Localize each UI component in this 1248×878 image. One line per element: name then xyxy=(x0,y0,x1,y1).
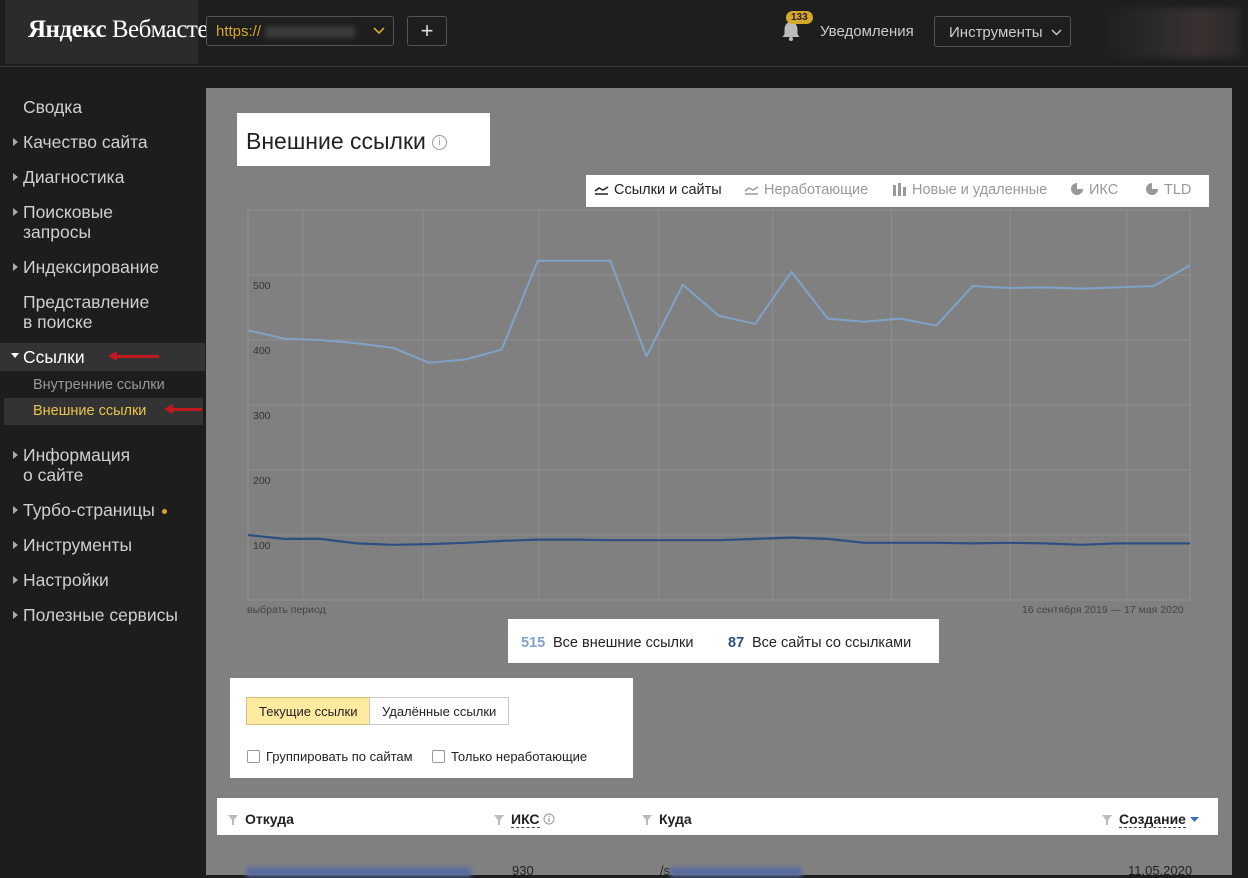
tab-links-and-sites[interactable]: Ссылки и сайты xyxy=(594,182,722,198)
expand-icon xyxy=(13,576,18,584)
tools-menu-button[interactable]: Инструменты xyxy=(934,16,1071,47)
site-select[interactable]: https:// xyxy=(206,16,394,46)
info-icon[interactable] xyxy=(543,813,555,825)
sort-desc-icon[interactable] xyxy=(1189,817,1199,823)
sidebar-item-site-info[interactable]: Информация о сайте xyxy=(0,445,205,485)
user-avatar[interactable] xyxy=(1100,8,1240,58)
column-iks[interactable]: ИКС xyxy=(493,811,555,828)
row-to-url[interactable]: /s xyxy=(660,863,803,878)
pie-chart-icon xyxy=(1071,183,1083,195)
expand-icon xyxy=(13,611,18,619)
chart-tabs: Ссылки и сайты Неработающие Новые и удал… xyxy=(586,175,1209,207)
chevron-down-icon xyxy=(373,27,385,35)
filter-icon[interactable] xyxy=(641,814,653,826)
y-tick-label: 300 xyxy=(253,410,271,422)
chart-legend: 515 Все внешние ссылки 87 Все сайты со с… xyxy=(508,619,939,663)
total-links-label[interactable]: Все внешние ссылки xyxy=(553,635,693,651)
filter-icon[interactable] xyxy=(227,814,239,826)
choose-period-link[interactable]: выбрать период xyxy=(247,604,326,616)
series-line-sites xyxy=(247,533,1190,546)
y-tick-label: 200 xyxy=(253,475,271,487)
y-tick-label: 500 xyxy=(253,280,271,292)
site-url-hidden xyxy=(265,26,355,38)
notifications-link[interactable]: Уведомления xyxy=(820,23,914,40)
filter-icon[interactable] xyxy=(1101,814,1113,826)
y-tick-label: 100 xyxy=(253,540,271,552)
expand-icon xyxy=(13,263,18,271)
column-created[interactable]: Создание xyxy=(1101,811,1199,828)
row-created-date: 11.05.2020 xyxy=(1128,863,1193,878)
sidebar-item-links[interactable]: Ссылки xyxy=(0,343,205,371)
total-sites-label[interactable]: Все сайты со ссылками xyxy=(752,635,911,651)
column-from[interactable]: Откуда xyxy=(227,811,294,827)
deleted-links-toggle[interactable]: Удалённые ссылки xyxy=(369,697,510,725)
logo-area[interactable]: Яндекс Вебмастер xyxy=(5,0,220,64)
tools-label: Инструменты xyxy=(949,24,1043,41)
expand-icon xyxy=(13,208,18,216)
links-chart: 0100200300400500 xyxy=(247,209,1191,601)
site-url: https:// xyxy=(216,23,262,40)
page-title-box: Внешние ссылки i xyxy=(237,113,490,166)
line-chart-icon xyxy=(744,186,759,195)
series-line-links xyxy=(247,259,1191,364)
sidebar-item-search-appearance[interactable]: Представление в поиске xyxy=(0,292,205,332)
expand-icon xyxy=(13,138,18,146)
current-links-toggle[interactable]: Текущие ссылки xyxy=(246,697,371,725)
tab-iks[interactable]: ИКС xyxy=(1070,182,1118,198)
annotation-arrow xyxy=(108,351,159,361)
expand-icon xyxy=(13,541,18,549)
y-tick-label: 400 xyxy=(253,345,271,357)
line-chart-icon xyxy=(594,186,609,195)
tab-new-and-deleted[interactable]: Новые и удаленные xyxy=(892,182,1047,198)
annotation-arrow xyxy=(164,404,202,414)
row-iks: 930 xyxy=(512,863,534,878)
logo[interactable]: Яндекс Вебмастер xyxy=(28,16,220,44)
sidebar-item-search-queries[interactable]: Поисковые запросы xyxy=(0,202,205,242)
broken-only-checkbox[interactable]: Только неработающие xyxy=(432,749,587,764)
top-bar: Яндекс Вебмастер https:// + 133 Уведомле… xyxy=(0,0,1248,67)
info-icon[interactable]: i xyxy=(431,135,447,151)
bar-chart-icon xyxy=(893,183,906,196)
filter-icon[interactable] xyxy=(493,814,505,826)
page-title: Внешние ссылки i xyxy=(246,128,447,155)
expand-icon xyxy=(13,173,18,181)
chevron-down-icon xyxy=(1051,29,1062,36)
total-links-value: 515 xyxy=(521,635,546,651)
column-to[interactable]: Куда xyxy=(641,811,692,827)
group-by-sites-checkbox[interactable]: Группировать по сайтам xyxy=(247,749,413,764)
row-from-url[interactable] xyxy=(246,863,471,878)
filter-panel: Текущие ссылки Удалённые ссылки Группиро… xyxy=(230,678,633,778)
tab-broken[interactable]: Неработающие xyxy=(744,182,868,198)
notifications-count-badge: 133 xyxy=(786,11,813,24)
table-header: Откуда ИКС Куда Создание xyxy=(217,798,1218,835)
status-dot xyxy=(161,508,167,514)
expand-icon xyxy=(13,451,18,459)
date-range: 16 сентября 2019 — 17 мая 2020 xyxy=(1022,604,1184,616)
collapse-icon xyxy=(11,353,19,358)
sidebar-subitem-external-links[interactable]: Внешние ссылки xyxy=(4,398,203,425)
add-site-button[interactable]: + xyxy=(407,16,447,46)
sidebar-subitem-internal-links[interactable]: Внутренние ссылки xyxy=(4,372,203,399)
pie-chart-icon xyxy=(1146,183,1158,195)
page-edge xyxy=(1232,67,1248,875)
tab-tld[interactable]: TLD xyxy=(1145,182,1191,198)
total-sites-value: 87 xyxy=(728,635,745,651)
expand-icon xyxy=(13,506,18,514)
